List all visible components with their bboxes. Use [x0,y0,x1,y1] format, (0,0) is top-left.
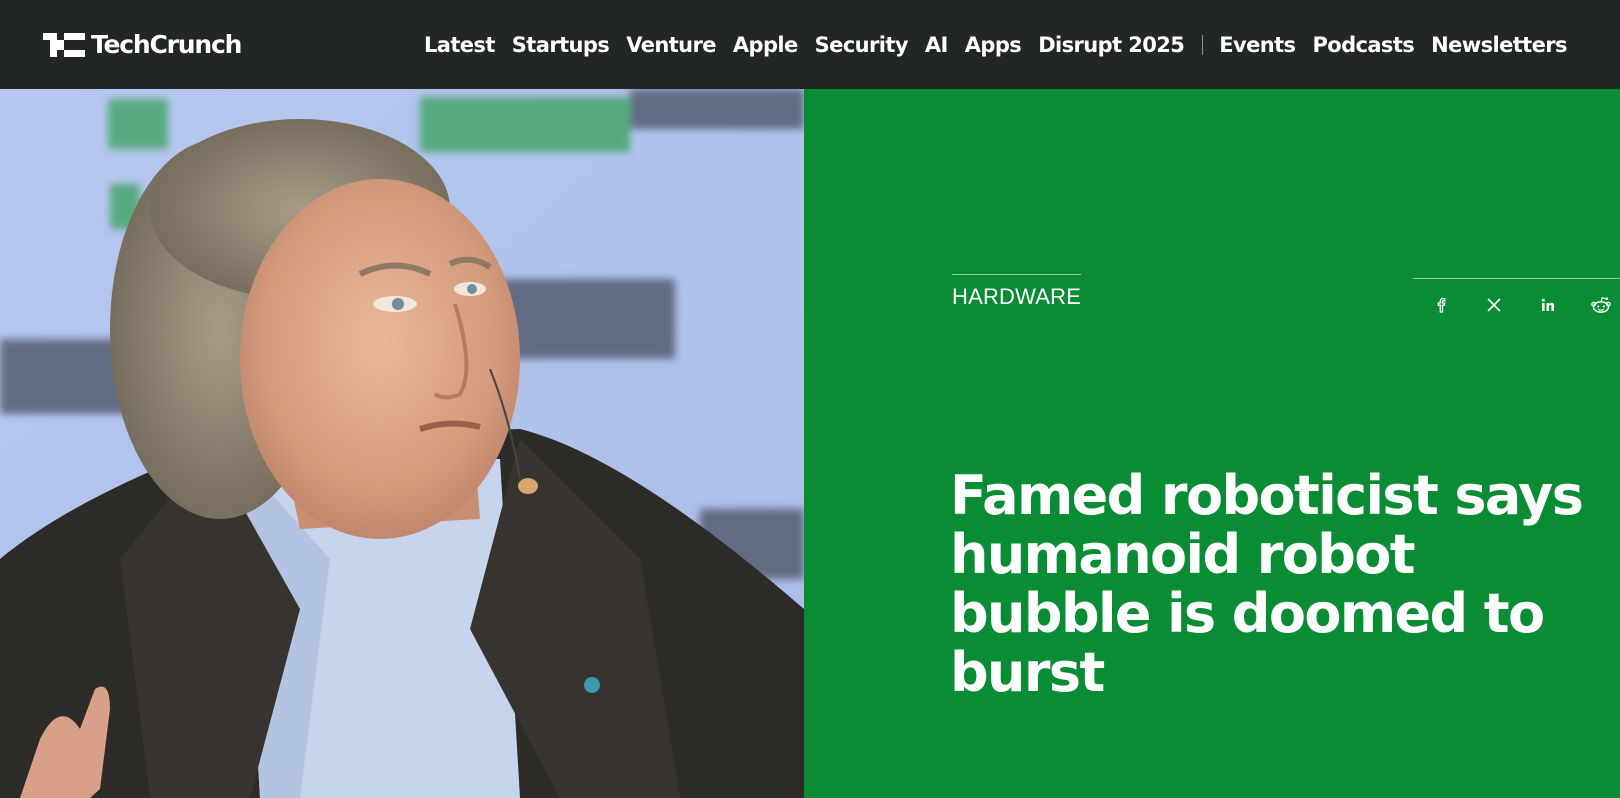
nav-item-events[interactable]: Events [1219,33,1296,57]
article-category[interactable]: HARDWARE [952,274,1082,309]
share-divider [1413,278,1620,279]
brand-name: TechCrunch [91,30,242,59]
linkedin-icon [1541,298,1554,311]
article-hero-photo [0,89,804,798]
nav-item-latest[interactable]: Latest [424,33,495,57]
speaker-photo [0,89,804,798]
tc-logo-icon [43,32,85,57]
reddit-icon [1591,297,1611,313]
nav-item-apps[interactable]: Apps [965,33,1022,57]
nav-item-newsletters[interactable]: Newsletters [1431,33,1567,57]
techcrunch-logo[interactable]: TechCrunch [43,30,242,59]
nav-item-venture[interactable]: Venture [626,33,716,57]
share-x-button[interactable] [1479,294,1509,316]
share-linkedin-button[interactable] [1533,294,1563,316]
nav-item-startups[interactable]: Startups [512,33,610,57]
nav-item-disrupt-2025[interactable]: Disrupt 2025 [1038,33,1185,57]
article-headline: Famed roboticist says humanoid robot bub… [950,464,1584,704]
nav-item-ai[interactable]: AI [925,33,948,57]
x-icon [1487,298,1501,312]
top-navigation-bar: TechCrunch Latest Startups Venture Apple… [0,0,1620,89]
main-nav: Latest Startups Venture Apple Security A… [424,0,1584,89]
nav-item-apple[interactable]: Apple [733,33,798,57]
nav-item-podcasts[interactable]: Podcasts [1312,33,1414,57]
nav-divider [1202,34,1204,55]
nav-item-security[interactable]: Security [815,33,909,57]
share-facebook-button[interactable] [1426,294,1456,316]
share-reddit-button[interactable] [1586,294,1616,316]
facebook-icon [1437,297,1446,313]
